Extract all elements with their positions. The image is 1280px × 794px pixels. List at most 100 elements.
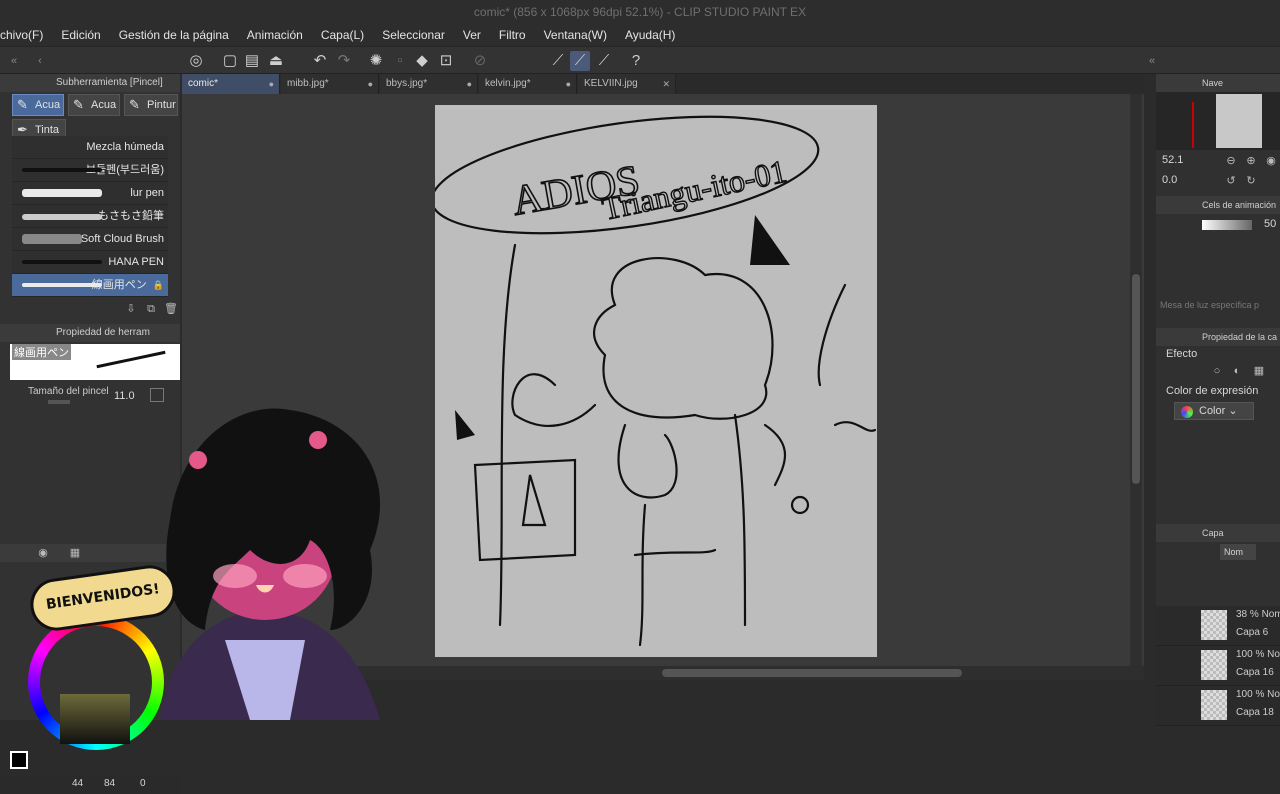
- layer-thumbnail: [1201, 610, 1227, 640]
- layer-row[interactable]: 38 % Nom Capa 6: [1156, 606, 1280, 646]
- lock-icon: 🔒: [152, 280, 164, 290]
- effect-border-icon[interactable]: ○: [1210, 364, 1224, 378]
- layer-row[interactable]: 100 % No Capa 16: [1156, 646, 1280, 686]
- color-square[interactable]: [60, 694, 130, 744]
- layer-thumbnail: [1201, 690, 1227, 720]
- tab-mibb[interactable]: mibb.jpg* ●: [281, 74, 379, 94]
- brush-item[interactable]: Soft Cloud Brush: [12, 228, 168, 251]
- brush-item[interactable]: HANA PEN: [12, 251, 168, 274]
- brush-item-selected[interactable]: 線画用ペン 🔒: [12, 274, 168, 297]
- document-tabs: comic* ● mibb.jpg* ● bbys.jpg* ● kelvin.jpg…: [182, 74, 1144, 94]
- new-file-icon[interactable]: ▢: [220, 51, 240, 71]
- layer-row[interactable]: 100 % No Capa 18: [1156, 686, 1280, 726]
- window-title: comic* (856 x 1068px 96dpi 52.1%) - CLIP…: [0, 0, 1280, 24]
- layer-thumbnail: [1201, 650, 1227, 680]
- tab-close-icon[interactable]: ●: [467, 74, 472, 94]
- brush-item[interactable]: 보들펜(부드러움): [12, 159, 168, 182]
- ruler-icon[interactable]: ⟋: [548, 51, 568, 71]
- tool-property-title: Propiedad de herram: [56, 327, 150, 338]
- clear-icon[interactable]: ▫: [390, 51, 410, 71]
- save-icon[interactable]: ⏏: [266, 51, 286, 71]
- color-value-v: 0: [140, 778, 146, 789]
- brush-item[interactable]: Mezcla húmeda: [12, 136, 168, 159]
- vertical-scrollbar[interactable]: [1130, 94, 1142, 666]
- subtool-group-watercolor-2[interactable]: ✎ Acua: [68, 94, 120, 116]
- tab-kelvin[interactable]: kelvin.jpg* ●: [479, 74, 577, 94]
- download-icon[interactable]: ⇩: [124, 302, 138, 316]
- help-icon[interactable]: ?: [626, 51, 646, 71]
- zoom-out-icon[interactable]: ⊖: [1224, 154, 1238, 168]
- subtool-panel-title: Subherramienta [Pincel]: [56, 77, 163, 88]
- color-values-bar: 44 84 0: [0, 776, 180, 794]
- effect-tone-icon[interactable]: ◐: [1230, 364, 1244, 378]
- fit-icon[interactable]: ◉: [1264, 154, 1278, 168]
- subtool-group-watercolor-1[interactable]: ✎ Acua: [12, 94, 64, 116]
- subtool-group-paint[interactable]: ✎ Pintur: [124, 94, 178, 116]
- color-wheel-icon[interactable]: ◉: [36, 546, 50, 560]
- redo-icon[interactable]: ↷: [334, 51, 354, 71]
- expression-color-label: Color de expresión: [1166, 385, 1259, 397]
- transform-icon[interactable]: ⊡: [436, 51, 456, 71]
- brush-preset-name: 線画用ペン: [12, 344, 71, 360]
- subtool-panel-header: Subherramienta [Pincel]: [0, 74, 180, 92]
- tab-bbys[interactable]: bbys.jpg* ●: [380, 74, 478, 94]
- rotate-value[interactable]: 0.0: [1162, 174, 1177, 186]
- menu-file[interactable]: chivo(F): [0, 28, 52, 42]
- brush-icon: ✎: [129, 97, 140, 112]
- tab-close-icon[interactable]: ●: [269, 74, 274, 94]
- menu-bar: chivo(F) Edición Gestión de la página An…: [0, 24, 1280, 46]
- command-bar: « ‹ ◎ ▢ ▤ ⏏ ↶ ↷ ✺ ▫ ◆ ⊡ ⊘ ⟋ ⟋ ⟋ ? «: [0, 46, 1280, 74]
- collapse-right-icon[interactable]: «: [1142, 51, 1162, 71]
- menu-view[interactable]: Ver: [454, 28, 490, 42]
- lightbox-label: Mesa de luz específica p: [1160, 300, 1260, 310]
- zoom-value[interactable]: 52.1: [1162, 154, 1183, 166]
- blend-mode-select[interactable]: Nom: [1220, 544, 1256, 560]
- collapse-icon[interactable]: «: [4, 51, 24, 71]
- brush-size-slider[interactable]: [48, 400, 70, 404]
- color-value-s: 84: [104, 778, 116, 789]
- duplicate-icon[interactable]: ⧉: [144, 302, 158, 316]
- zoom-in-icon[interactable]: ⊕: [1244, 154, 1258, 168]
- menu-animation[interactable]: Animación: [238, 28, 312, 42]
- tab-comic[interactable]: comic* ●: [182, 74, 280, 94]
- sketch-drawing: ADIOS Triangu-ito-01: [430, 115, 877, 647]
- effect-color-icon[interactable]: ▦: [1252, 364, 1266, 378]
- tab-close-icon[interactable]: ●: [368, 74, 373, 94]
- brush-item[interactable]: lur pen: [12, 182, 168, 205]
- back-icon[interactable]: ‹: [30, 51, 50, 71]
- brush-item[interactable]: もさもさ鉛筆: [12, 205, 168, 228]
- loading-icon[interactable]: ✺: [366, 51, 386, 71]
- tab-close-icon[interactable]: ●: [566, 74, 571, 94]
- menu-edit[interactable]: Edición: [52, 28, 109, 42]
- menu-window[interactable]: Ventana(W): [535, 28, 616, 42]
- menu-select[interactable]: Seleccionar: [373, 28, 454, 42]
- pen-snap-icon[interactable]: ⟋: [594, 51, 614, 71]
- tab-close-icon[interactable]: ✕: [662, 74, 670, 94]
- rotate-left-icon[interactable]: ↺: [1224, 174, 1238, 188]
- opacity-slider[interactable]: [1202, 220, 1252, 230]
- menu-help[interactable]: Ayuda(H): [616, 28, 684, 42]
- app-logo-icon[interactable]: ◎: [186, 51, 206, 71]
- layer-property-header: Propiedad de la ca: [1156, 328, 1280, 346]
- trash-icon[interactable]: 🗑: [164, 302, 178, 316]
- brush-size-label: Tamaño del pincel: [28, 386, 109, 397]
- right-panel: Nave 52.1 0.0 ⊖ ⊕ ◉ ↺ ↻ Cels de animació…: [1156, 74, 1280, 726]
- fill-icon[interactable]: ◆: [412, 51, 432, 71]
- avatar: [160, 408, 381, 720]
- effect-label: Efecto: [1166, 348, 1198, 360]
- palette-icon[interactable]: ▦: [68, 546, 82, 560]
- menu-page-management[interactable]: Gestión de la página: [110, 28, 238, 42]
- selection-off-icon[interactable]: ⊘: [470, 51, 490, 71]
- rotate-right-icon[interactable]: ↻: [1244, 174, 1258, 188]
- navigator-preview[interactable]: [1156, 92, 1280, 150]
- drawing-canvas[interactable]: ADIOS Triangu-ito-01: [430, 105, 877, 657]
- main-color-swatch[interactable]: [10, 751, 28, 769]
- undo-icon[interactable]: ↶: [310, 51, 330, 71]
- streamer-avatar-overlay: [130, 400, 400, 720]
- tab-kelviin[interactable]: KELVIIN.jpg ✕: [578, 74, 676, 94]
- snap-icon[interactable]: ⟋: [570, 51, 590, 71]
- menu-layer[interactable]: Capa(L): [312, 28, 373, 42]
- open-file-icon[interactable]: ▤: [242, 51, 262, 71]
- menu-filter[interactable]: Filtro: [490, 28, 535, 42]
- expression-color-select[interactable]: Color ⌄: [1174, 402, 1254, 420]
